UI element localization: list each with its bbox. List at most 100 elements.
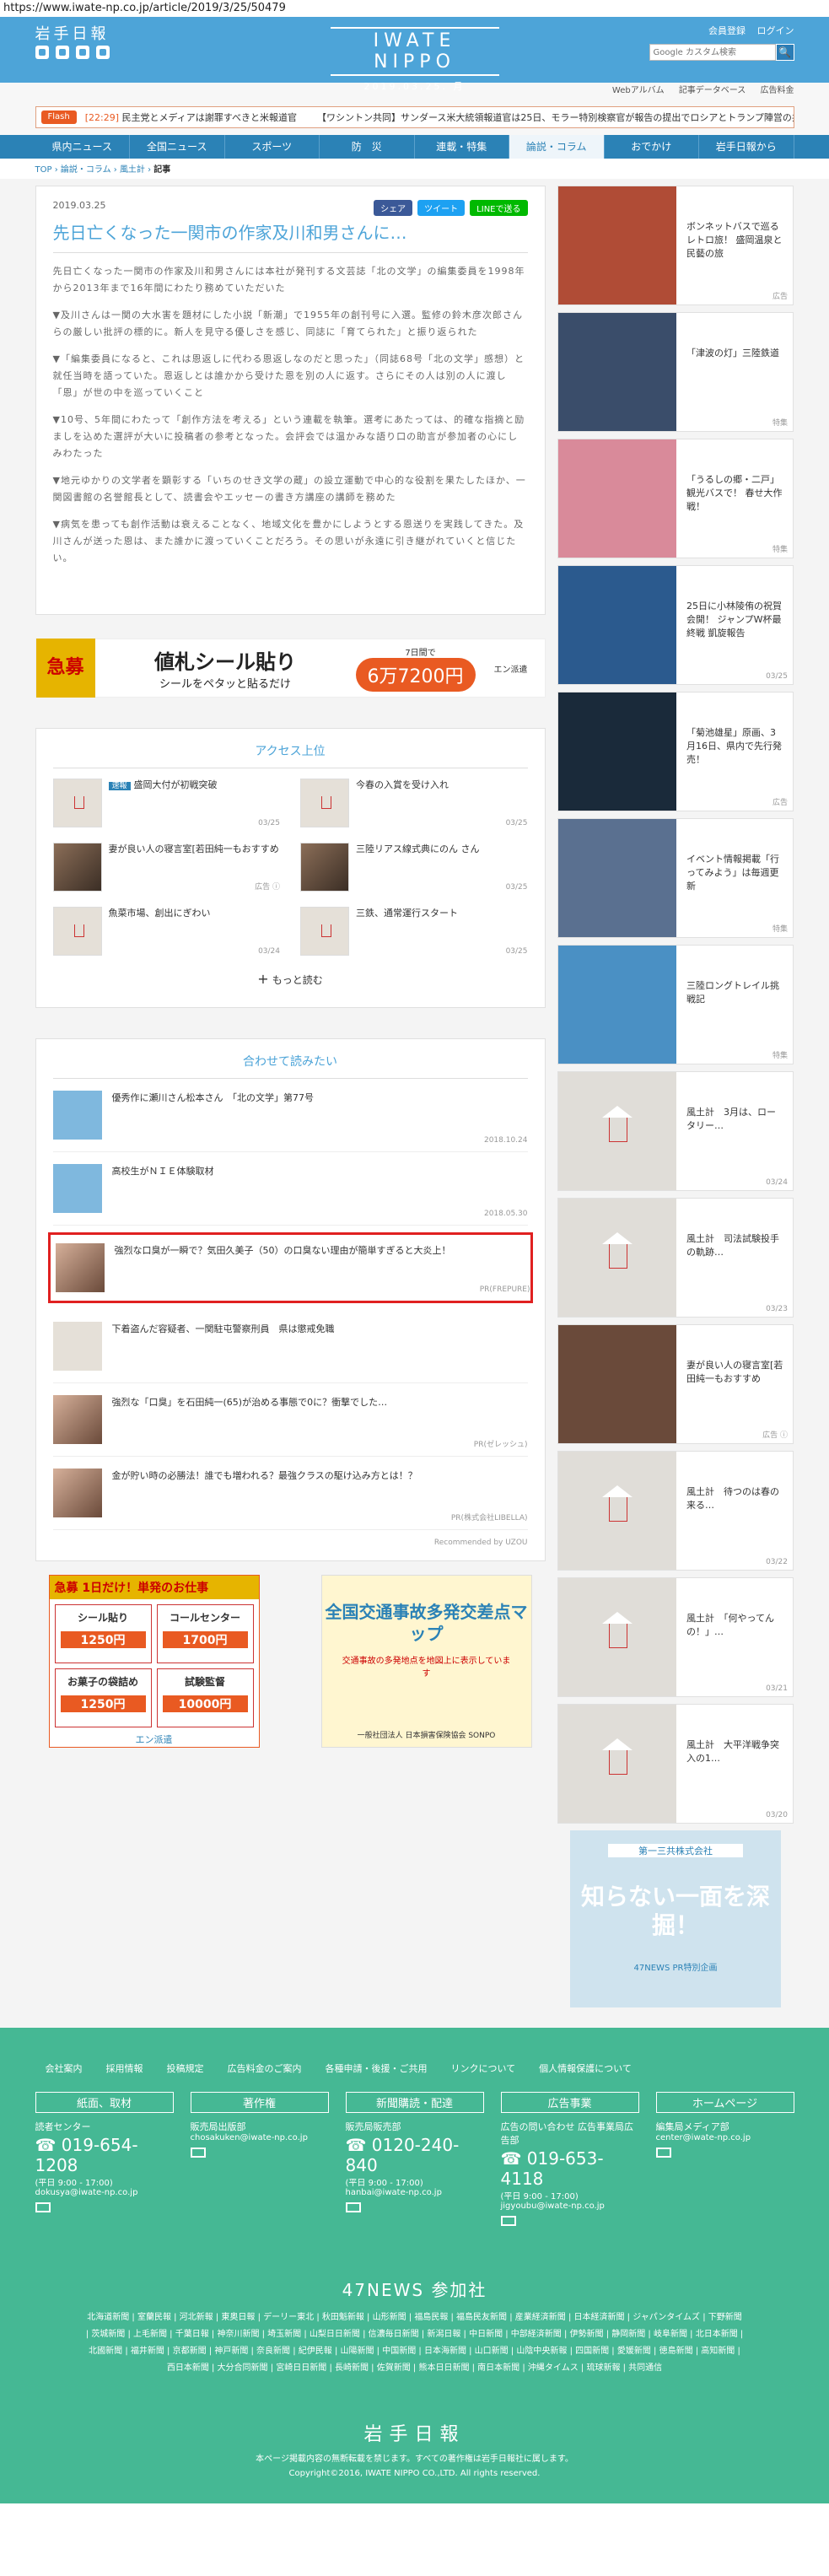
twitter-icon[interactable] [35,46,49,59]
ranking-item[interactable]: 三鉄、通常運行スタート 03/25 [300,907,528,956]
recommend-text: 優秀作に瀬川さん松本さん 「北の文学」第77号 [111,1092,315,1103]
gnav-item[interactable]: 論説・コラム [509,135,605,159]
side-item[interactable]: 風土計 3月は、ロータリー… 03/24 [557,1071,794,1191]
side-item[interactable]: 風土計 司法試験投手の軌跡… 03/23 [557,1198,794,1318]
gnav-item[interactable]: おでかけ [605,135,699,159]
footer-link[interactable]: リンクについて [451,2061,516,2075]
footer-col-heading[interactable]: 広告事業 [500,2092,639,2113]
recommend-item[interactable]: 下着盗んだ容疑者、一関駐屯警察刑員 県は懲戒免職 [52,1310,528,1383]
gnav-item[interactable]: スポーツ [225,135,320,159]
side-item[interactable]: 三陸ロングトレイル挑戦記 特集 [557,945,794,1064]
phone-number[interactable]: ☎ 019-654-1208 [35,2135,174,2175]
side-ad[interactable]: 第一三共株式会社 知らない一面を深掘！ 47NEWS PR特別企画 [570,1830,781,2007]
article-paragraph: 先日亡くなった一関市の作家及川和男さんには本社が発刊する文芸誌「北の文学」の編集… [52,266,525,294]
side-item[interactable]: 「菊池雄星」原画、3月16日、県内で先行発売！ 広告 [557,692,794,811]
side-thumb [558,1578,676,1696]
recommend-text: 高校生がＮＩＥ体験取材 [111,1166,214,1177]
side-item[interactable]: 25日に小林陵侑の祝賀会開！ ジャンプW杯最終戦 凱旋報告 03/25 [557,565,794,685]
line-share-button[interactable]: LINEで送る [470,200,528,216]
ranking-item[interactable]: 魚菜市場、創出にぎわい 03/24 [52,907,280,956]
more-button[interactable]: + もっと読む [53,971,528,987]
side-thumb [558,946,676,1064]
subnav-database[interactable]: 記事データベース [679,86,746,95]
rss-icon[interactable] [95,46,110,59]
flash-ticker[interactable]: Flash [22:29] 民主党とメディアは謝罪すべきと米報道官 【ワシントン… [35,106,794,128]
recommend-thumb [52,1164,102,1213]
f47-list[interactable]: 北海道新聞 | 室蘭民報 | 河北新報 | 東奥日報 | デーリー東北 | 秋田… [35,2309,794,2377]
mail-icon[interactable] [190,2148,206,2158]
footer-col: 広告事業 広告の問い合わせ 広告事業局広告部 ☎ 019-653-4118 (平日 9… [500,2092,639,2226]
email[interactable]: center@iwate-np.co.jp [656,2133,794,2142]
phone-number[interactable]: ☎ 0120-240-840 [346,2135,484,2175]
gnav-item[interactable]: 連載・特集 [415,135,509,159]
footer-col-heading[interactable]: ホームページ [655,2092,794,2113]
tweet-button[interactable]: ツイート [417,200,466,216]
footer-link[interactable]: 個人情報保護について [539,2061,632,2075]
footer-col: 紙面、取材 読者センター ☎ 019-654-1208 (平日 9:00 - 17:0… [35,2092,174,2226]
footer-col-heading[interactable]: 新聞購読・配達 [345,2092,484,2113]
subnav-ad-rates[interactable]: 広告料金 [761,86,794,95]
line-icon[interactable] [75,46,89,59]
breadcrumb-column[interactable]: 論説・コラム [61,165,111,175]
side-item[interactable]: イベント情報掲載「行ってみよう」は毎週更新 特集 [557,818,794,938]
email[interactable]: dokusya@iwate-np.co.jp [35,2188,174,2197]
breadcrumb-fudokei[interactable]: 風土計 [120,165,145,175]
footer-link[interactable]: 広告料金のご案内 [228,2061,302,2075]
email[interactable]: jigyoubu@iwate-np.co.jp [501,2201,639,2211]
search-icon[interactable]: 🔍 [775,44,794,61]
side-item[interactable]: 風土計 「何やってんの！」… 03/21 [557,1577,794,1697]
ranking-item[interactable]: 妻が良い人の寝言室[若田純一もおすすめ 広告 ⓘ [52,843,280,892]
footer-link[interactable]: 各種申請・後援・ご共用 [326,2061,428,2075]
ad-square[interactable]: 急募 1日だけ！単発のお仕事 シール貼り 1250円 コールセンター 1700円 お… [48,1575,260,1748]
facebook-share-button[interactable]: シェア [374,200,413,216]
flash-item[interactable]: [22:29] 民主党とメディアは謝罪すべきと米報道官 [85,110,297,124]
phone-icon: ☎ [345,2135,372,2155]
side-item[interactable]: 風土計 大平洋戦争突入の1… 03/20 [557,1704,794,1824]
side-item[interactable]: ボンネットバスで巡るレトロ旅！ 盛岡温泉と民藝の旅 広告 [557,186,794,305]
login-link[interactable]: ログイン [757,25,794,36]
recommend-item[interactable]: 優秀作に瀬川さん松本さん 「北の文学」第77号 2018.10.24 [52,1079,528,1152]
ranking-item[interactable]: 三陸リアス線式典にのん さん 03/25 [300,843,528,892]
footer-link[interactable]: 投稿規定 [167,2061,204,2075]
subnav-album[interactable]: Webアルバム [612,86,665,95]
footer-link[interactable]: 採用情報 [106,2061,143,2075]
gnav-item[interactable]: 防 災 [320,135,415,159]
phone-number[interactable]: ☎ 019-653-4118 [501,2148,639,2189]
footer-copyright: Copyright©2016, IWATE NIPPO CO.,LTD. All… [288,2469,541,2478]
ranking-item[interactable]: 速報 盛岡大付が初戦突破 03/25 [52,779,280,827]
ranking-date: 03/25 [505,947,528,956]
recommend-item[interactable]: 高校生がＮＩＥ体験取材 2018.05.30 [52,1152,528,1226]
site-logo[interactable]: 岩手日報 [35,22,110,44]
mail-icon[interactable] [655,2148,671,2158]
flash-item[interactable]: 【ワシントン共同】サンダース米大統領報道官は25日、モラー特別検察官が報告の提出… [317,110,794,124]
recommend-item[interactable]: 強烈な「口臭」を石田純一(65)が治める事態で0に？衝撃でした… PR(ゼレッシュ… [52,1383,528,1457]
gnav-item[interactable]: 全国ニュース [130,135,225,159]
register-link[interactable]: 会員登録 [708,25,746,36]
email[interactable]: hanbai@iwate-np.co.jp [346,2188,484,2197]
mail-icon[interactable] [345,2202,361,2212]
gnav-item[interactable]: 岩手日報から [699,135,794,159]
facebook-icon[interactable] [55,46,69,59]
side-item[interactable]: 「津波の灯」三陸鉄道 特集 [557,312,794,432]
recommend-item[interactable]: 金が貯い時の必勝法！誰でも増われる？最強クラスの駆け込み方とは！？ PR(株式会社… [52,1457,528,1530]
ad-map[interactable]: 全国交通事故多発交差点マップ 交通事故の多発地点を地図上に表示しています 一般社… [320,1575,532,1748]
gnav-item[interactable]: 県内ニュース [35,135,130,159]
mail-icon[interactable] [500,2216,516,2226]
footer-col-heading[interactable]: 紙面、取材 [35,2092,174,2113]
side-item[interactable]: 風土計 待つのは春の来る… 03/22 [557,1451,794,1571]
ranking-item[interactable]: 今春の入賞を受け入れ 03/25 [300,779,528,827]
ad-banner[interactable]: 急募 値札シール貼り シールをペタッと貼るだけ 7日間で 6万7200円 エン派… [35,639,546,698]
recommend-item[interactable]: 強烈な口臭が一瞬で？気田久美子（50）の口臭ない理由が簡単すぎると大炎上！ PR(… [47,1232,533,1303]
mail-icon[interactable] [35,2202,51,2212]
footer-link[interactable]: 会社案内 [46,2061,83,2075]
email[interactable]: chosakuken@iwate-np.co.jp [191,2133,329,2142]
side-label: 03/24 [766,1178,788,1187]
footer-col-heading[interactable]: 著作権 [190,2092,329,2113]
url-bar[interactable]: https://www.iwate-np.co.jp/article/2019/… [0,0,829,17]
footer-col: 著作権 販売局出版部 chosakuken@iwate-np.co.jp [190,2092,329,2226]
side-item[interactable]: 妻が良い人の寝言室[若田純一もおすすめ 広告 ⓘ [557,1324,794,1444]
side-item[interactable]: 「うるしの郷・二戸」観光バスで！ 春せ大作戦！ 特集 [557,439,794,558]
search-input[interactable] [649,44,776,61]
breadcrumb-top[interactable]: TOP [35,165,52,175]
masthead[interactable]: IWATE NIPPO 2019.03.25. 月 [330,27,499,93]
